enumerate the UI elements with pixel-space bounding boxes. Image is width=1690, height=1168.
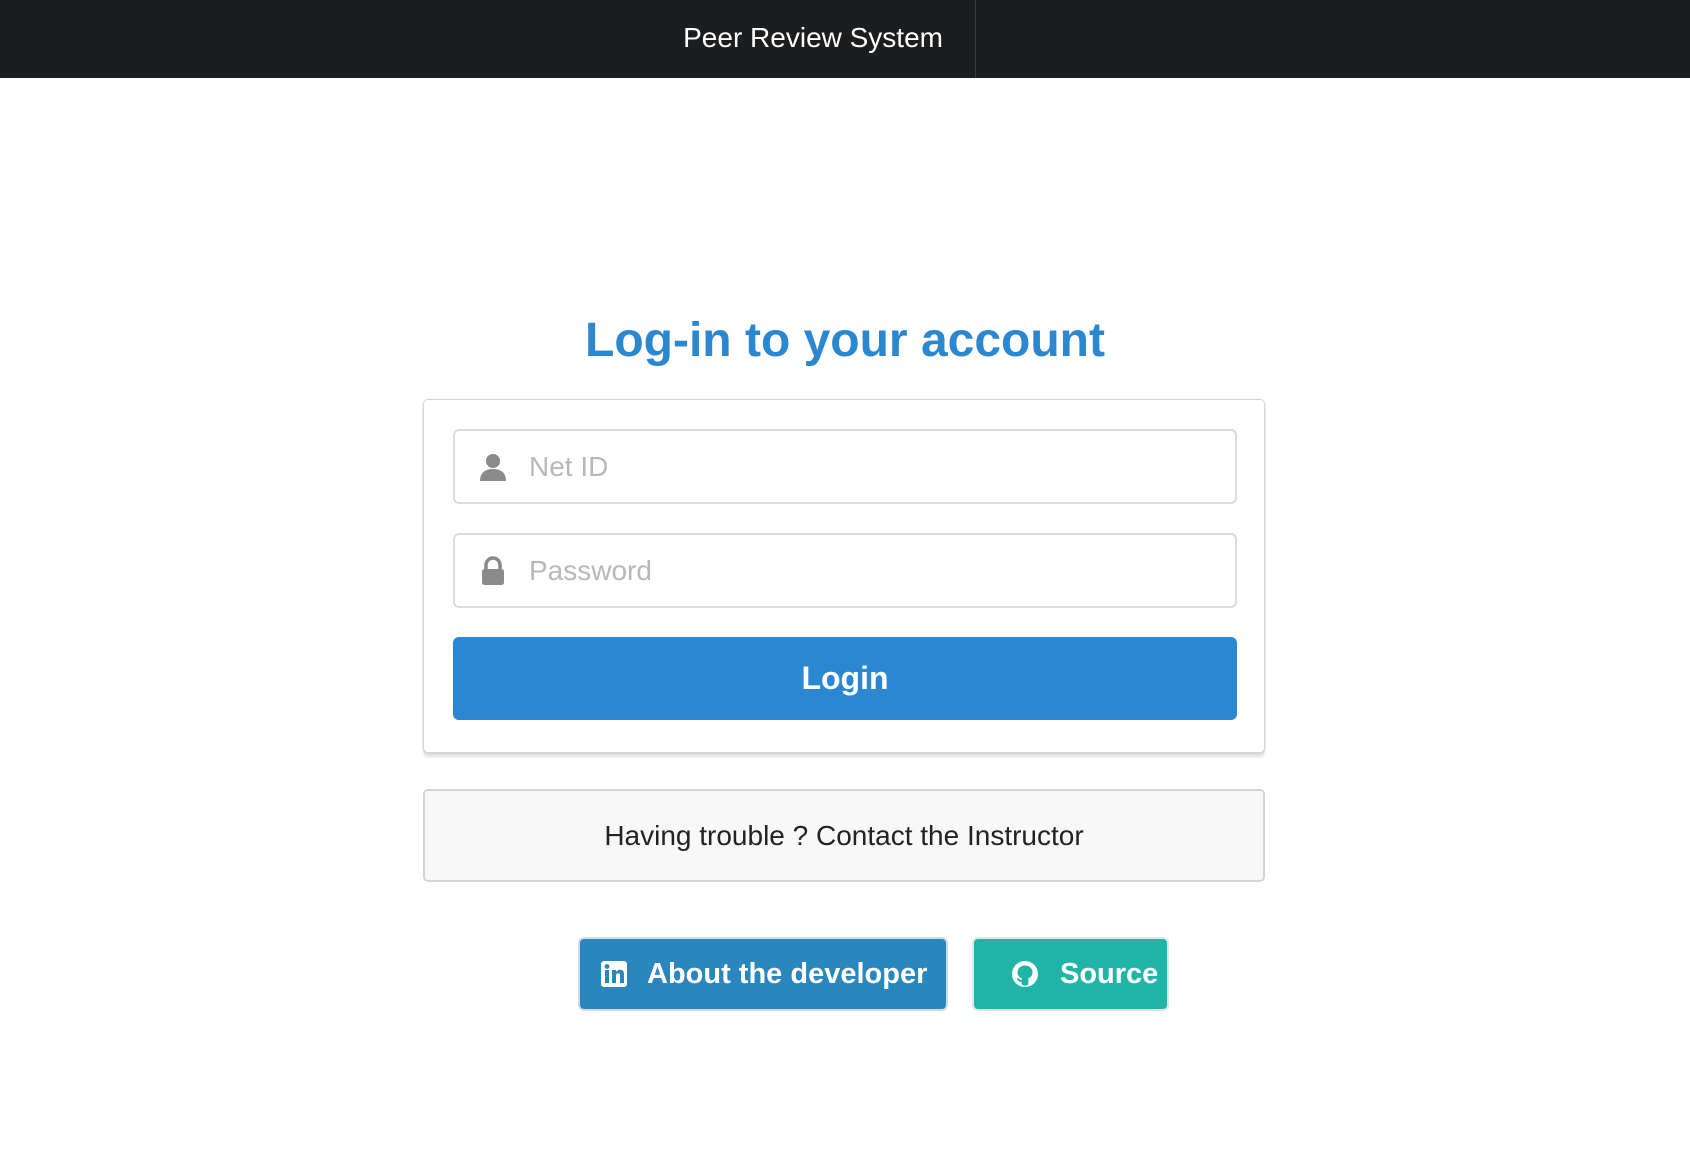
netid-field[interactable] (453, 429, 1237, 504)
netid-input[interactable] (529, 431, 1209, 502)
source-label: Source (1060, 958, 1159, 990)
password-field[interactable] (453, 533, 1237, 608)
login-form: Login (423, 399, 1265, 753)
password-input[interactable] (529, 535, 1209, 606)
navbar-divider (975, 0, 976, 78)
top-navbar: Peer Review System (0, 0, 1690, 78)
help-text: Having trouble ? Contact the Instructor (604, 820, 1084, 851)
source-button[interactable]: Source (972, 937, 1169, 1011)
login-button[interactable]: Login (453, 637, 1237, 720)
user-icon (480, 454, 506, 481)
github-icon (1012, 961, 1038, 987)
lock-icon (482, 556, 504, 585)
app-title[interactable]: Peer Review System (0, 0, 975, 78)
linkedin-icon (601, 961, 627, 987)
page-title: Log-in to your account (585, 314, 1105, 367)
about-developer-button[interactable]: About the developer (578, 937, 948, 1011)
help-message: Having trouble ? Contact the Instructor (423, 789, 1265, 882)
about-developer-label: About the developer (647, 958, 928, 990)
